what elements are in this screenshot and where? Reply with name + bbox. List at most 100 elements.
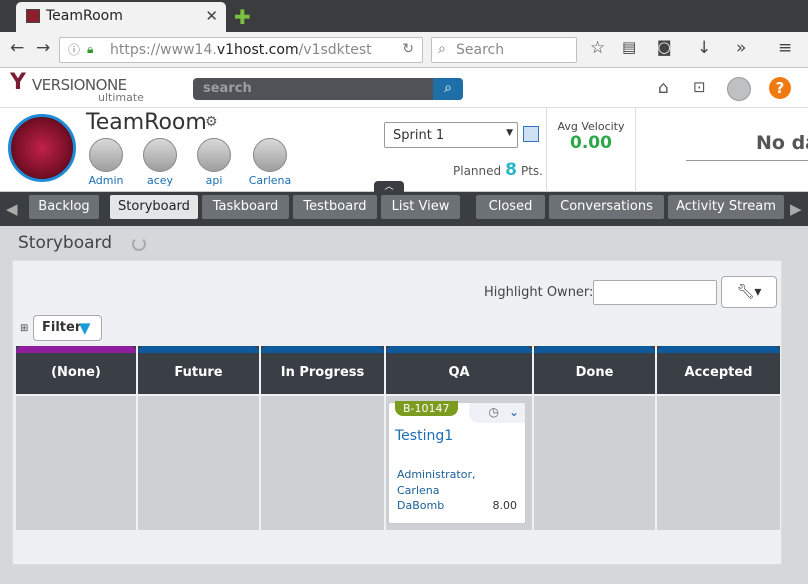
column-body-in-progress[interactable] [261, 396, 384, 530]
storyboard-area: Storyboard Highlight Owner: 🔧︎▾ ⊞ Filter… [4, 228, 804, 584]
filter-label: Filter [42, 320, 82, 335]
logo-mark-icon: Y [10, 70, 26, 95]
help-icon[interactable]: ? [769, 77, 791, 99]
overflow-icon[interactable]: » [736, 38, 746, 58]
planned-label: Planned [453, 164, 502, 178]
status-color-bar [534, 346, 655, 353]
member-acey[interactable]: acey [135, 138, 185, 187]
back-icon[interactable]: ← [10, 38, 24, 58]
column-header-in-progress[interactable]: In Progress [261, 346, 384, 394]
member-avatar [143, 138, 177, 172]
planned-unit: Pts. [520, 164, 543, 178]
menu-icon[interactable]: ≡ [778, 38, 792, 58]
member-name: api [205, 174, 223, 187]
tab-conversations[interactable]: Conversations [549, 195, 664, 219]
scroll-right-icon[interactable]: ▶ [790, 200, 802, 218]
story-estimate: 8.00 [492, 499, 518, 512]
storyboard: Highlight Owner: 🔧︎▾ ⊞ Filter ▼ (None) F… [12, 260, 782, 565]
download-icon[interactable]: ↓ [697, 38, 711, 58]
scroll-left-icon[interactable]: ◀ [6, 200, 18, 218]
column-header-done[interactable]: Done [534, 346, 655, 394]
story-owners[interactable]: Administrator, Carlena [397, 467, 475, 499]
story-team[interactable]: DaBomb [397, 499, 444, 512]
column-body-future[interactable] [138, 396, 259, 530]
column-title: (None) [51, 365, 101, 380]
column-body-none[interactable] [16, 396, 136, 530]
team-name: TeamRoom [86, 110, 207, 135]
tab-activity-stream[interactable]: Activity Stream [668, 195, 784, 219]
planned-points: Planned 8 Pts. [453, 160, 543, 180]
tab-backlog[interactable]: Backlog [29, 195, 99, 219]
new-tab-icon[interactable]: ✚ [234, 5, 251, 29]
bookmark-star-icon[interactable]: ☆ [590, 38, 605, 58]
filter-button[interactable]: Filter ▼ [33, 315, 102, 341]
status-color-bar [16, 346, 136, 353]
highlight-owner-input[interactable] [593, 280, 717, 305]
tab-taskboard[interactable]: Taskboard [202, 195, 289, 219]
expand-filter-icon[interactable]: ⊞ [20, 323, 28, 334]
column-body-done[interactable] [534, 396, 655, 530]
app-search-placeholder: search [203, 81, 252, 96]
browser-tab-title: TeamRoom [46, 8, 123, 24]
app-header: Y VERSIONONE ultimate search ⌕ ⌂ ⊡ ? [0, 68, 808, 108]
member-name: Carlena [248, 174, 292, 187]
url-text: https://www14.v1host.com/v1sdktest [110, 42, 372, 58]
member-api[interactable]: api [189, 138, 239, 187]
forward-icon[interactable]: → [36, 38, 50, 58]
member-carlena[interactable]: Carlena [245, 138, 295, 187]
column-header-accepted[interactable]: Accepted [657, 346, 780, 394]
tab-list-view[interactable]: List View [381, 195, 460, 219]
pocket-icon[interactable]: ◙ [657, 38, 672, 56]
user-avatar[interactable] [727, 77, 751, 101]
column-body-accepted[interactable] [657, 396, 780, 530]
tab-closed[interactable]: Closed [476, 195, 545, 219]
board-settings-button[interactable]: 🔧︎▾ [721, 276, 777, 308]
lock-icon: 🔒︎ [87, 42, 94, 56]
column-title: Future [174, 365, 223, 380]
member-name: acey [146, 174, 174, 187]
member-admin[interactable]: Admin [81, 138, 131, 187]
team-settings-gear-icon[interactable]: ⚙ [205, 114, 218, 130]
reload-icon[interactable]: ↻ [402, 41, 414, 57]
member-avatar [89, 138, 123, 172]
app-search-button[interactable]: ⌕ [433, 78, 463, 100]
tab-storyboard[interactable]: Storyboard [110, 195, 198, 219]
home-icon[interactable]: ⌂ [658, 78, 669, 98]
owner-line: Administrator, [397, 468, 476, 481]
story-id-badge[interactable]: B-10147 [395, 401, 458, 416]
status-color-bar [261, 346, 384, 353]
loading-spinner-icon [132, 237, 146, 251]
url-bar[interactable]: ⓘ 🔒︎ https://www14.v1host.com/v1sdktest … [59, 37, 423, 63]
column-title: In Progress [280, 365, 365, 380]
reading-list-icon[interactable]: ▤ [622, 38, 636, 56]
browser-search-placeholder: Search [456, 42, 505, 58]
column-header-none[interactable]: (None) [16, 346, 136, 394]
search-icon: ⌕ [438, 41, 446, 57]
owner-line: Carlena [397, 484, 440, 497]
story-title[interactable]: Testing1 [395, 428, 453, 444]
chart-baseline [686, 160, 808, 161]
column-header-future[interactable]: Future [138, 346, 259, 394]
velocity-label: Avg Velocity [557, 120, 625, 133]
status-color-bar [657, 346, 780, 353]
sprint-picker-icon[interactable] [523, 126, 539, 142]
column-header-qa[interactable]: QA [386, 346, 532, 394]
clock-icon[interactable]: ◷ [489, 405, 499, 419]
member-avatar [253, 138, 287, 172]
chevron-down-icon[interactable]: ⌄ [509, 405, 519, 419]
column-title: Accepted [684, 365, 753, 380]
close-tab-icon[interactable]: ✕ [205, 7, 218, 25]
browser-tab[interactable]: TeamRoom ✕ [16, 2, 226, 32]
sprint-select[interactable]: Sprint 1 ▼ [384, 122, 518, 148]
team-logo [8, 114, 76, 182]
app-search-input[interactable]: search ⌕ [193, 78, 463, 100]
avg-velocity-panel: Avg Velocity 0.00 [546, 108, 636, 192]
story-card[interactable]: B-10147 ◷ ⌄ Testing1 Administrator, Carl… [388, 401, 526, 524]
team-panel: TeamRoom ⚙ Admin acey api Carlena Sprint… [0, 108, 808, 192]
wrench-icon: 🔧︎▾ [736, 284, 762, 300]
tab-testboard[interactable]: Testboard [293, 195, 377, 219]
recent-items-icon[interactable]: ⊡ [693, 78, 706, 96]
browser-search-input[interactable]: ⌕ Search [431, 37, 577, 63]
info-icon[interactable]: ⓘ [68, 41, 80, 58]
column-title: QA [448, 365, 470, 380]
